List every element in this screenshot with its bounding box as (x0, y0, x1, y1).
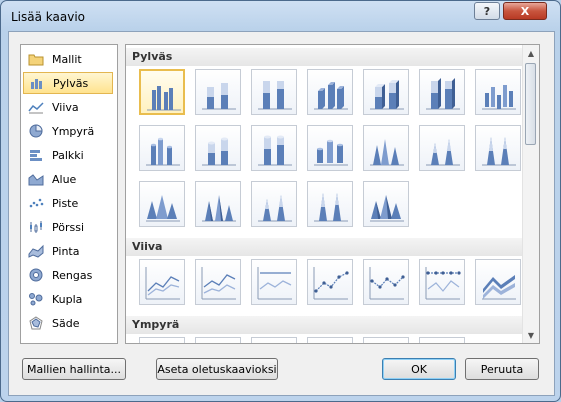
sidebar-item-label: Rengas (52, 268, 93, 282)
title-bar: Lisää kaavio ? X (1, 1, 560, 31)
pie-thumbnail[interactable] (139, 337, 185, 343)
3d-cylinder-thumbnail[interactable] (307, 125, 353, 171)
sidebar-item-label: Piste (52, 196, 79, 210)
folder-icon (28, 52, 44, 66)
sidebar-item-label: Viiva (52, 100, 79, 114)
insert-chart-dialog: Lisää kaavio ? X Mallit Pylväs Viiva Ymp… (0, 0, 561, 402)
chart-type-list: Mallit Pylväs Viiva Ympyrä Palkki Alue P… (20, 44, 118, 344)
stacked-line-with-markers-thumbnail[interactable] (363, 259, 409, 305)
section-header-viiva: Viiva (126, 238, 522, 256)
3d-stacked-column-thumbnail[interactable] (363, 69, 409, 115)
sidebar-item-label: Pylväs (53, 76, 89, 90)
clustered-cylinder-thumbnail[interactable] (139, 125, 185, 171)
exploded-pie-thumbnail[interactable] (307, 337, 353, 343)
stacked-cone-thumbnail[interactable] (419, 125, 465, 171)
sidebar-item-kupla[interactable]: Kupla (23, 288, 113, 310)
scroll-up-icon[interactable]: ▲ (523, 45, 539, 61)
sidebar-item-label: Mallit (52, 52, 82, 66)
bubble-chart-icon (28, 292, 44, 306)
bar-chart-icon (28, 148, 44, 162)
line-with-markers-thumbnail[interactable] (307, 259, 353, 305)
clustered-column-thumbnail[interactable] (139, 69, 185, 115)
percent-stacked-cone-thumbnail[interactable] (475, 125, 521, 171)
stacked-column-thumbnail[interactable] (195, 69, 241, 115)
stacked-pyramid-thumbnail[interactable] (251, 181, 297, 227)
column-chart-icon (29, 76, 45, 90)
3d-line-thumbnail[interactable] (475, 259, 521, 305)
sidebar-item-palkki[interactable]: Palkki (23, 144, 113, 166)
manage-templates-button[interactable]: Mallien hallinta... (22, 358, 126, 380)
radar-chart-icon (28, 316, 44, 330)
scatter-chart-icon (28, 196, 44, 210)
ok-button[interactable]: OK (382, 358, 456, 380)
help-button[interactable]: ? (474, 2, 500, 20)
section-header-pylvas: Pylväs (126, 48, 522, 66)
doughnut-chart-icon (28, 268, 44, 282)
sidebar-item-piste[interactable]: Piste (23, 192, 113, 214)
3d-pie-thumbnail[interactable] (195, 337, 241, 343)
3d-percent-stacked-column-thumbnail[interactable] (419, 69, 465, 115)
3d-cone-thumbnail[interactable] (139, 181, 185, 227)
3d-column-thumbnail[interactable] (475, 69, 521, 115)
sidebar-item-sade[interactable]: Säde (23, 312, 113, 334)
sidebar-item-mallit[interactable]: Mallit (23, 48, 113, 70)
3d-pyramid-thumbnail[interactable] (363, 181, 409, 227)
dialog-title: Lisää kaavio (11, 10, 86, 24)
sidebar-item-label: Pörssi (52, 220, 85, 234)
pie-of-pie-thumbnail[interactable] (251, 337, 297, 343)
chart-subtype-gallery: Pylväs Viiva Ympyrä ▲ ▼ (125, 44, 540, 344)
sidebar-item-label: Pinta (52, 244, 80, 258)
scroll-down-icon[interactable]: ▼ (523, 327, 539, 343)
stock-chart-icon (28, 220, 44, 234)
exploded-3d-pie-thumbnail[interactable] (363, 337, 409, 343)
line-chart-icon (28, 100, 44, 114)
sidebar-item-viiva[interactable]: Viiva (23, 96, 113, 118)
sidebar-item-pinta[interactable]: Pinta (23, 240, 113, 262)
percent-stacked-column-thumbnail[interactable] (251, 69, 297, 115)
gallery-scrollbar[interactable]: ▲ ▼ (522, 45, 539, 343)
sidebar-item-label: Säde (52, 316, 80, 330)
close-button[interactable]: X (503, 2, 547, 20)
sidebar-item-rengas[interactable]: Rengas (23, 264, 113, 286)
percent-stacked-line-with-markers-thumbnail[interactable] (419, 259, 465, 305)
sidebar-item-alue[interactable]: Alue (23, 168, 113, 190)
sidebar-item-label: Kupla (52, 292, 83, 306)
clustered-pyramid-thumbnail[interactable] (195, 181, 241, 227)
section-header-ympyra: Ympyrä (126, 316, 522, 334)
dialog-content: Mallit Pylväs Viiva Ympyrä Palkki Alue P… (8, 31, 555, 396)
scrollbar-thumb[interactable] (525, 63, 536, 145)
3d-clustered-column-thumbnail[interactable] (307, 69, 353, 115)
set-as-default-chart-button[interactable]: Aseta oletuskaavioksi (156, 358, 278, 380)
stacked-cylinder-thumbnail[interactable] (195, 125, 241, 171)
percent-stacked-pyramid-thumbnail[interactable] (307, 181, 353, 227)
sidebar-item-label: Ympyrä (52, 124, 95, 138)
surface-chart-icon (28, 244, 44, 258)
sidebar-item-pylvas[interactable]: Pylväs (23, 72, 113, 94)
percent-stacked-cylinder-thumbnail[interactable] (251, 125, 297, 171)
sidebar-item-label: Palkki (52, 148, 84, 162)
percent-stacked-line-thumbnail[interactable] (251, 259, 297, 305)
cancel-button[interactable]: Peruuta (465, 358, 539, 380)
bar-of-pie-thumbnail[interactable] (419, 337, 465, 343)
sidebar-item-ympyra[interactable]: Ympyrä (23, 120, 113, 142)
sidebar-item-label: Alue (52, 172, 77, 186)
clustered-cone-thumbnail[interactable] (363, 125, 409, 171)
sidebar-item-porssi[interactable]: Pörssi (23, 216, 113, 238)
area-chart-icon (28, 172, 44, 186)
line-thumbnail[interactable] (139, 259, 185, 305)
stacked-line-thumbnail[interactable] (195, 259, 241, 305)
pie-chart-icon (28, 124, 44, 138)
